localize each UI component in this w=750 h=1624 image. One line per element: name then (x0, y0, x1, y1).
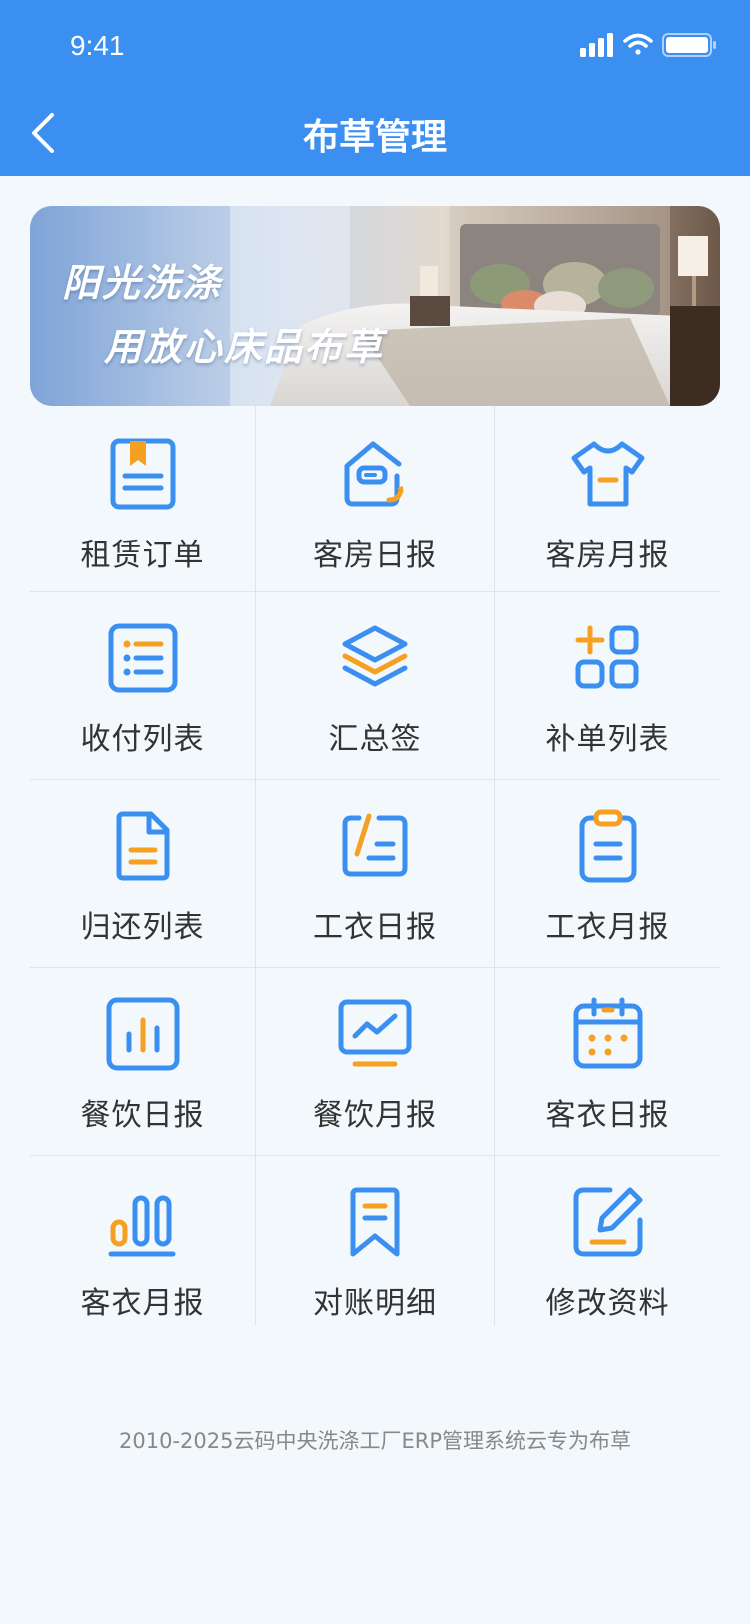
menu-item-payment-list[interactable]: 收付列表 (30, 592, 255, 779)
status-time: 9:41 (70, 30, 125, 61)
bullet-list-icon (108, 623, 177, 693)
menu-item-uniform-monthly[interactable]: 工衣月报 (495, 780, 720, 967)
menu-item-label: 餐饮月报 (313, 1098, 437, 1133)
menu-item-room-daily[interactable]: 客房日报 (255, 406, 495, 591)
bookmark-document-icon (110, 438, 175, 510)
menu-row: 收付列表 汇总签 补单列表 (30, 592, 720, 780)
layers-icon (342, 625, 408, 687)
battery-icon (662, 33, 716, 57)
menu-item-label: 补单列表 (545, 722, 670, 757)
t-shirt-icon (571, 441, 644, 507)
clipboard-icon (579, 809, 636, 883)
menu-item-label: 客房日报 (313, 538, 437, 573)
ribbon-bookmark-icon (350, 1187, 400, 1257)
menu-item-label: 修改资料 (545, 1286, 670, 1321)
menu-item-guest-laundry-monthly[interactable]: 客衣月报 (30, 1156, 255, 1326)
menu-item-catering-daily[interactable]: 餐饮日报 (30, 968, 255, 1155)
menu-item-supplement-list[interactable]: 补单列表 (495, 592, 720, 779)
menu-item-summary-sign[interactable]: 汇总签 (255, 592, 495, 779)
wifi-icon (623, 33, 653, 55)
bar-chart-icon (106, 997, 179, 1071)
signal-icon (580, 33, 613, 57)
menu-item-room-monthly[interactable]: 客房月报 (495, 406, 720, 591)
add-grid-icon (575, 625, 638, 689)
status-icons (580, 33, 716, 57)
calendar-icon (573, 997, 642, 1069)
banner-subtitle: 用放心床品布草 (104, 325, 385, 369)
nav-header: 9:41 布草管理 (0, 0, 750, 176)
menu-item-return-list[interactable]: 归还列表 (30, 780, 255, 967)
menu-item-catering-monthly[interactable]: 餐饮月报 (255, 968, 495, 1155)
menu-item-reconciliation-detail[interactable]: 对账明细 (255, 1156, 495, 1326)
menu-row: 客衣月报 对账明细 修改资料 (30, 1156, 720, 1326)
menu-item-edit-profile[interactable]: 修改资料 (495, 1156, 720, 1326)
house-refresh-icon (344, 441, 404, 507)
menu-item-rental-order[interactable]: 租赁订单 (30, 406, 255, 591)
menu-item-label: 租赁订单 (80, 538, 205, 573)
promo-banner[interactable]: 阳光洗涤 用放心床品布草 (30, 206, 720, 406)
menu-item-guest-laundry-daily[interactable]: 客衣日报 (495, 968, 720, 1155)
pencil-edit-icon (573, 1187, 642, 1257)
menu-item-label: 对账明细 (313, 1286, 437, 1321)
column-chart-icon (108, 1195, 175, 1257)
file-icon (116, 811, 169, 881)
menu-item-uniform-daily[interactable]: 工衣日报 (255, 780, 495, 967)
menu-item-label: 归还列表 (80, 910, 205, 945)
banner-title: 阳光洗涤 (62, 261, 223, 305)
monitor-chart-icon (338, 999, 412, 1067)
menu-item-label: 客衣日报 (545, 1098, 670, 1133)
menu-item-label: 汇总签 (328, 722, 422, 757)
menu-item-label: 收付列表 (80, 722, 205, 757)
menu-row: 归还列表 工衣日报 工衣月报 (30, 780, 720, 968)
menu-item-label: 工衣日报 (313, 910, 437, 945)
menu-item-label: 工衣月报 (545, 910, 670, 945)
menu-grid: 租赁订单 客房日报 客房月报 收付列表 汇总签 补单列表 归还列表 工衣日报 工… (30, 406, 720, 1326)
edit-list-icon (342, 813, 408, 877)
menu-item-label: 客房月报 (545, 538, 670, 573)
menu-item-label: 餐饮日报 (80, 1098, 205, 1133)
menu-row: 餐饮日报 餐饮月报 客衣日报 (30, 968, 720, 1156)
menu-row: 租赁订单 客房日报 客房月报 (30, 406, 720, 592)
menu-item-label: 客衣月报 (80, 1286, 205, 1321)
footer-copyright: 2010-2025云码中央洗涤工厂ERP管理系统云专为布草 (119, 1429, 631, 1453)
page-title: 布草管理 (302, 117, 447, 158)
